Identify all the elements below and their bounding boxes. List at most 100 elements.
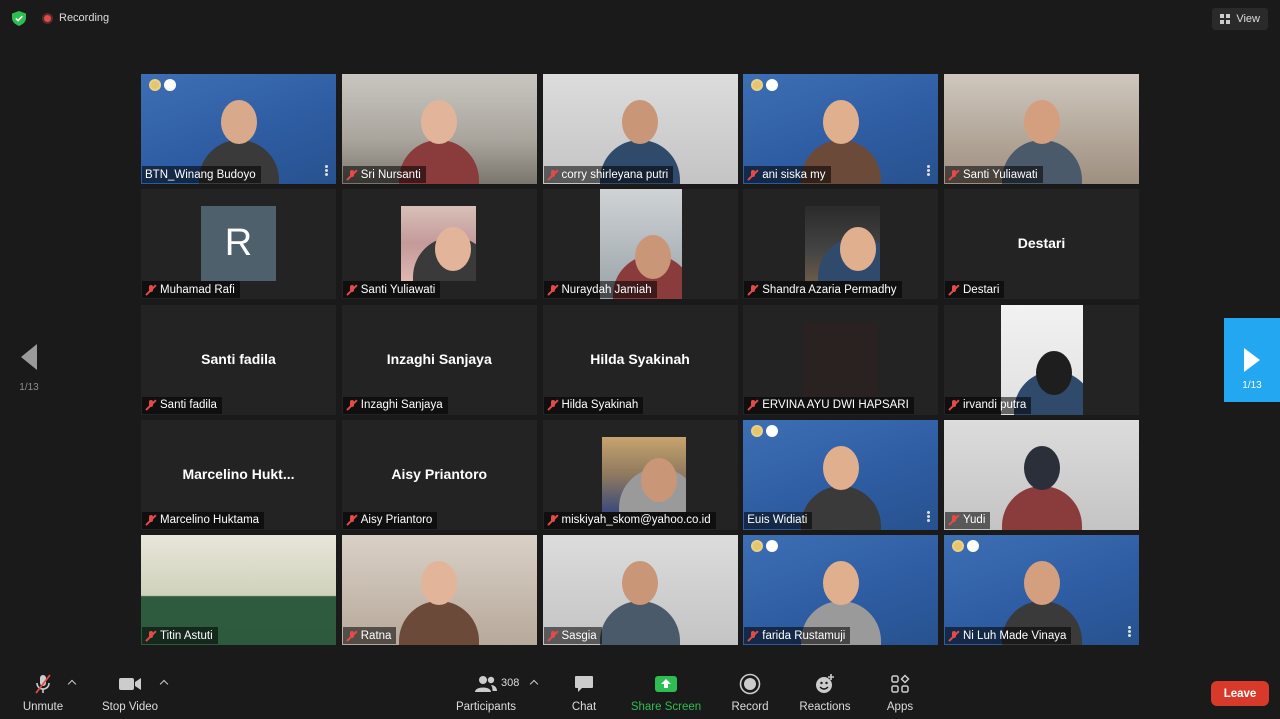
shield-icon[interactable]: [12, 11, 26, 26]
unmute-button[interactable]: Unmute: [20, 673, 66, 713]
more-options-icon[interactable]: [1128, 626, 1131, 637]
previous-page-button[interactable]: 1/13: [14, 344, 44, 393]
participant-name: Nuraydah Jamiah: [561, 283, 652, 296]
record-dot-icon: [42, 12, 53, 24]
participant-name-label: Aisy Priantoro: [342, 511, 438, 529]
participant-tile[interactable]: Marcelino Hukt... Marcelino Huktama: [141, 419, 336, 530]
participant-display-name: Marcelino Hukt...: [182, 465, 295, 482]
reactions-button[interactable]: Reactions: [798, 673, 852, 713]
university-logo-icon: [751, 79, 764, 91]
participant-tile[interactable]: Sasgia: [542, 535, 738, 645]
participants-options-caret-icon[interactable]: [530, 678, 538, 686]
participant-name: Aisy Priantoro: [360, 514, 433, 527]
microphone-muted-icon: [145, 630, 157, 642]
participant-tile[interactable]: Santi Yuliawati: [944, 74, 1139, 184]
participant-display-name: Destari: [1017, 235, 1066, 252]
grid-view-icon: [1220, 14, 1231, 24]
participant-name: farida Rustamuji: [762, 629, 846, 642]
gallery-grid: BTN_Winang Budoyo Sri Nursanti corry shirl…: [141, 74, 1139, 645]
participant-tile[interactable]: Hilda Syakinah Hilda Syakinah: [542, 304, 738, 415]
university-logo-icon: [751, 424, 764, 437]
participant-name-label: Sri Nursanti: [342, 166, 426, 183]
meeting-toolbar: Unmute Stop Video Participants 308 Chat …: [0, 665, 1280, 719]
participant-tile[interactable]: Destari Destari: [944, 189, 1139, 300]
participant-tile[interactable]: ERVINA AYU DWI HAPSARI: [743, 304, 939, 415]
more-options-icon[interactable]: [927, 510, 931, 522]
chat-button[interactable]: Chat: [566, 673, 602, 713]
participant-name: Santi fadila: [160, 399, 217, 411]
more-options-icon[interactable]: [325, 165, 328, 176]
participant-tile[interactable]: Ratna: [341, 535, 537, 645]
participant-name: Santi Yuliawati: [360, 283, 436, 296]
participant-display-name: Inzaghi Sanjaya: [386, 350, 492, 367]
stop-video-button[interactable]: Stop Video: [100, 673, 160, 713]
microphone-muted-icon: [547, 169, 559, 181]
participants-count: 308: [501, 677, 520, 689]
microphone-muted-icon: [145, 514, 157, 526]
more-options-icon[interactable]: [927, 165, 931, 176]
participant-name: Titin Astuti: [160, 629, 213, 642]
dark-video-thumbnail: [803, 321, 879, 397]
record-button[interactable]: Record: [730, 673, 770, 713]
next-page-button[interactable]: 1/13: [1224, 318, 1280, 402]
participant-tile[interactable]: BTN_Winang Budoyo: [141, 74, 336, 184]
participant-name-label: Sasgia: [543, 627, 602, 644]
participant-display-name: Hilda Syakinah: [590, 350, 690, 367]
participant-tile[interactable]: Ni Luh Made Vinaya: [944, 535, 1139, 645]
participant-tile[interactable]: Shandra Azaria Permadhy: [743, 189, 939, 300]
microphone-muted-icon: [547, 399, 559, 411]
participants-label: Participants: [455, 701, 517, 713]
participant-tile[interactable]: Santi Yuliawati: [341, 189, 537, 300]
video-options-caret-icon[interactable]: [160, 678, 168, 686]
participant-name: Inzaghi Sanjaya: [360, 399, 443, 411]
page-indicator-left: 1/13: [19, 382, 39, 393]
participant-tile[interactable]: ani siska my: [743, 74, 939, 184]
participant-tile[interactable]: Titin Astuti: [141, 535, 336, 645]
apps-icon: [884, 673, 916, 695]
participant-name-label: Nuraydah Jamiah: [543, 281, 657, 299]
reactions-label: Reactions: [799, 701, 851, 713]
participant-tile[interactable]: miskiyah_skom@yahoo.co.id: [542, 419, 738, 530]
microphone-muted-icon: [747, 630, 759, 642]
participant-name: Marcelino Huktama: [160, 514, 260, 527]
participant-name-label: miskiyah_skom@yahoo.co.id: [543, 511, 716, 529]
participant-silhouette: [1001, 440, 1082, 530]
profile-picture: [805, 206, 881, 282]
participant-tile[interactable]: Yudi: [944, 419, 1139, 530]
bank-logo-icon: [766, 540, 779, 552]
participant-name: Ratna: [360, 629, 392, 642]
microphone-muted-icon: [747, 169, 759, 181]
recording-indicator[interactable]: Recording: [42, 12, 109, 24]
participant-name: miskiyah_skom@yahoo.co.id: [561, 514, 711, 527]
participant-name-label: Muhamad Rafi: [142, 281, 240, 299]
participant-tile[interactable]: Euis Widiati: [743, 419, 939, 530]
microphone-muted-icon: [346, 284, 358, 296]
participant-name: Muhamad Rafi: [160, 283, 235, 296]
participant-name-label: ERVINA AYU DWI HAPSARI: [744, 396, 914, 414]
participant-name: ani siska my: [762, 168, 826, 181]
profile-picture: [400, 206, 476, 282]
participant-name: Euis Widiati: [747, 514, 808, 527]
share-screen-button[interactable]: Share Screen: [630, 673, 702, 713]
participant-tile[interactable]: farida Rustamuji: [743, 535, 939, 645]
participant-tile[interactable]: Aisy Priantoro Aisy Priantoro: [341, 419, 537, 530]
participant-name: corry shirleyana putri: [561, 168, 669, 181]
participant-display-name: Aisy Priantoro: [391, 465, 488, 482]
participant-tile[interactable]: Nuraydah Jamiah: [542, 189, 738, 300]
share-screen-label: Share Screen: [630, 701, 702, 713]
participant-tile[interactable]: corry shirleyana putri: [542, 74, 738, 184]
view-label: View: [1236, 13, 1260, 25]
participant-silhouette: [800, 440, 881, 530]
participant-tile[interactable]: Inzaghi Sanjaya Inzaghi Sanjaya: [341, 304, 537, 415]
participant-name-label: irvandi putra: [945, 396, 1032, 414]
participant-tile[interactable]: Santi fadila Santi fadila: [141, 304, 336, 415]
participant-tile[interactable]: R Muhamad Rafi: [141, 189, 336, 300]
participant-name-label: Santi Yuliawati: [342, 281, 441, 299]
participant-tile[interactable]: Sri Nursanti: [341, 74, 537, 184]
participant-tile[interactable]: irvandi putra: [944, 304, 1139, 415]
apps-button[interactable]: Apps: [884, 673, 916, 713]
view-button[interactable]: View: [1212, 8, 1268, 30]
participant-name: Sri Nursanti: [360, 168, 421, 181]
audio-options-caret-icon[interactable]: [68, 678, 76, 686]
leave-button[interactable]: Leave: [1211, 681, 1269, 706]
